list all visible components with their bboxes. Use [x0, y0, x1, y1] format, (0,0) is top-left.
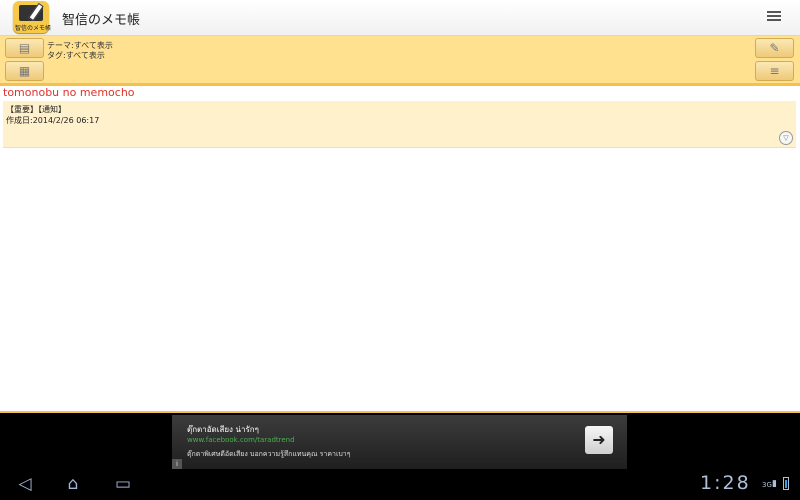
back-icon[interactable]: ◁	[10, 473, 40, 495]
ad-banner[interactable]: ตุ๊กตาอัดเสียง น่ารักๆ www.facebook.com/…	[172, 415, 627, 469]
app-title: 智信のメモ帳	[62, 13, 141, 28]
memo-list-area: tomonobu no memocho 【重要】【通知】 作成日:2014/2/…	[0, 86, 800, 411]
ad-arrow-button[interactable]: ➜	[585, 426, 613, 454]
memo-tags: 【重要】【通知】	[6, 105, 66, 114]
app-icon-caption: 智信のメモ帳	[15, 25, 52, 32]
app-icon[interactable]: 智信のメモ帳	[13, 1, 52, 33]
signal-icon: ▮	[772, 479, 777, 489]
ad-title[interactable]: ตุ๊กตาอัดเสียง น่ารักๆ	[187, 423, 259, 436]
network-type: 3G	[762, 481, 772, 489]
memo-created-date: 作成日:2014/2/26 06:17	[6, 116, 100, 125]
action-bar: 智信のメモ帳 智信のメモ帳	[0, 0, 800, 36]
battery-icon	[783, 477, 789, 490]
account-name: tomonobu no memocho	[3, 86, 135, 99]
tag-filter-label: タグ:すべて表示	[47, 51, 105, 60]
theme-filter-button[interactable]: ▤	[5, 38, 44, 58]
ad-description: ตุ๊กตาพิเศษดีอัดเสียง บอกความรู้สึกแทนคุ…	[187, 450, 351, 458]
clock: 1:28	[700, 472, 751, 494]
list-item[interactable]: 【重要】【通知】 作成日:2014/2/26 06:17 ▽	[3, 101, 796, 148]
sort-icon: ≡	[769, 64, 780, 78]
system-nav-bar: ◁ ⌂ ▭ 1:28 3G ▮	[0, 469, 800, 500]
theme-filter-icon: ▤	[18, 41, 31, 55]
recent-apps-icon[interactable]: ▭	[108, 473, 138, 495]
menu-icon[interactable]	[767, 11, 781, 23]
ad-info-icon[interactable]: i	[172, 459, 182, 469]
divider	[0, 411, 800, 413]
tag-filter-icon: ▦	[18, 64, 31, 78]
home-icon[interactable]: ⌂	[58, 473, 88, 495]
new-memo-button[interactable]: ✎	[755, 38, 794, 58]
filter-bar: ▤ ▦ テーマ:すべて表示 タグ:すべて表示 ✎ ≡	[0, 36, 800, 86]
expand-icon[interactable]: ▽	[779, 131, 793, 145]
ad-url[interactable]: www.facebook.com/taradtrend	[187, 436, 295, 444]
pencil-icon: ✎	[769, 41, 780, 55]
sort-button[interactable]: ≡	[755, 61, 794, 81]
tag-filter-button[interactable]: ▦	[5, 61, 44, 81]
